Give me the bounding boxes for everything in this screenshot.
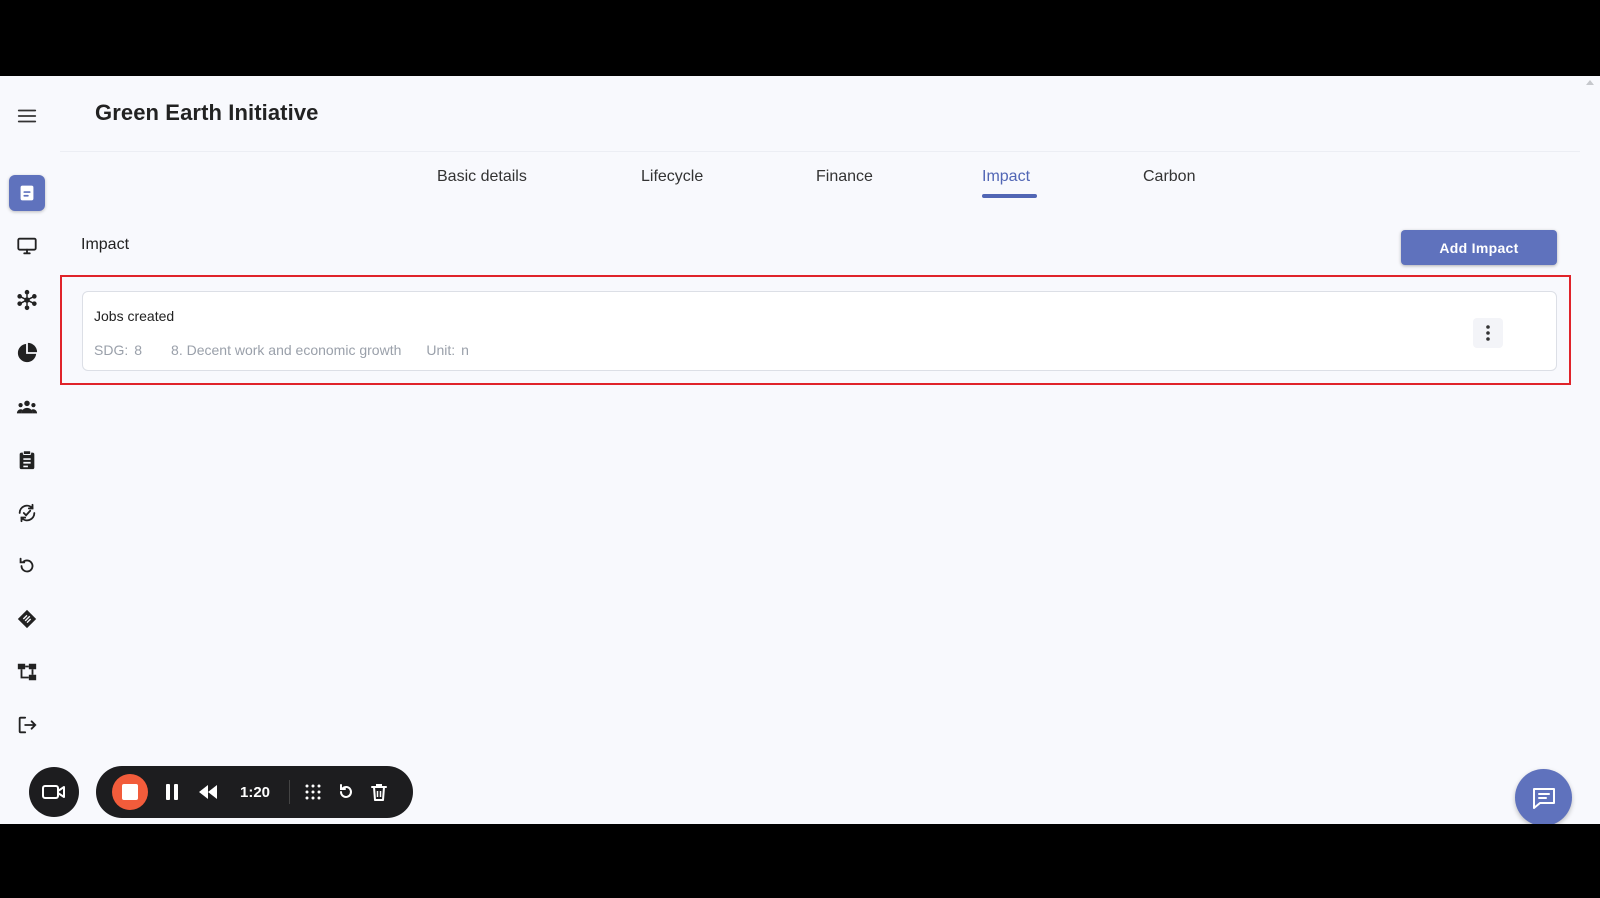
more-options-icon[interactable] bbox=[1473, 318, 1503, 348]
chat-button[interactable] bbox=[1515, 769, 1572, 824]
rewind-button[interactable] bbox=[195, 778, 221, 806]
tab-finance[interactable]: Finance bbox=[816, 168, 873, 186]
camera-toggle[interactable] bbox=[29, 767, 79, 817]
chat-icon bbox=[1532, 787, 1555, 809]
logout-icon[interactable] bbox=[9, 707, 45, 743]
sdg-value: 8 bbox=[134, 342, 143, 358]
active-tab-indicator bbox=[982, 194, 1037, 198]
app-window: Green Earth Initiative Basic details Lif… bbox=[0, 76, 1600, 824]
recording-toolbar: 1:20 bbox=[96, 766, 413, 818]
network-icon[interactable] bbox=[9, 282, 45, 318]
tag-icon[interactable] bbox=[9, 601, 45, 637]
pause-button[interactable] bbox=[160, 778, 184, 806]
document-icon[interactable] bbox=[9, 175, 45, 211]
pie-chart-icon[interactable] bbox=[9, 335, 45, 371]
tab-basic-details[interactable]: Basic details bbox=[437, 168, 527, 186]
sidebar bbox=[0, 76, 56, 824]
page-header: Green Earth Initiative bbox=[60, 76, 1580, 152]
recording-timer: 1:20 bbox=[239, 783, 271, 801]
section-title: Impact bbox=[81, 236, 130, 253]
grid-icon bbox=[305, 784, 321, 800]
unit-label: Unit: bbox=[426, 342, 456, 358]
group-icon[interactable] bbox=[9, 389, 45, 425]
monitor-icon[interactable] bbox=[9, 228, 45, 264]
scroll-up-arrow[interactable] bbox=[1586, 80, 1594, 85]
impact-card[interactable]: Jobs created SDG: 8 8. Decent work and e… bbox=[82, 291, 1557, 371]
clipboard-icon[interactable] bbox=[9, 442, 45, 478]
stop-recording-button[interactable] bbox=[112, 774, 148, 810]
tab-carbon[interactable]: Carbon bbox=[1143, 168, 1195, 186]
restart-button[interactable] bbox=[334, 778, 358, 806]
stop-icon bbox=[122, 784, 138, 800]
sync-check-icon[interactable] bbox=[9, 495, 45, 531]
restart-icon bbox=[340, 784, 352, 798]
impact-title: Jobs created bbox=[94, 308, 175, 324]
add-impact-button[interactable]: Add Impact bbox=[1401, 230, 1557, 265]
tab-lifecycle[interactable]: Lifecycle bbox=[641, 168, 703, 186]
menu-icon[interactable] bbox=[9, 98, 45, 134]
page-title: Green Earth Initiative bbox=[95, 100, 319, 125]
hierarchy-icon[interactable] bbox=[9, 654, 45, 690]
grid-button[interactable] bbox=[301, 778, 325, 806]
rewind-icon bbox=[199, 785, 217, 799]
delete-recording-button[interactable] bbox=[367, 778, 391, 806]
video-camera-icon bbox=[42, 785, 65, 799]
toolbar-divider bbox=[289, 780, 290, 804]
unit-value: n bbox=[461, 342, 469, 358]
impact-meta: SDG: 8 8. Decent work and economic growt… bbox=[94, 342, 469, 358]
trash-icon bbox=[371, 784, 387, 801]
tab-impact[interactable]: Impact bbox=[982, 168, 1030, 186]
sdg-label: SDG: bbox=[94, 342, 129, 358]
pause-icon bbox=[166, 784, 178, 800]
sdg-goal: 8. Decent work and economic growth bbox=[171, 342, 402, 358]
refresh-icon[interactable] bbox=[9, 548, 45, 584]
